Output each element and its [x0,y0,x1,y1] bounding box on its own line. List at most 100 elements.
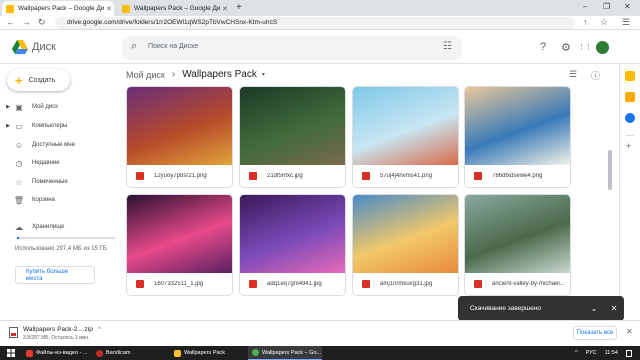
browser-menu-icon[interactable]: ☰ [622,17,630,28]
list-view-icon[interactable]: ☰ [569,69,577,80]
search-bar[interactable]: ⌕ Поиск на Диске ☷ [122,36,462,60]
back-icon[interactable]: ← [6,17,15,27]
start-button[interactable] [0,346,22,360]
sidebar-item-trash[interactable]: 🗑 Корзина [0,193,118,207]
info-icon[interactable]: ⓘ [591,69,600,82]
file-card[interactable]: 1607332511_1.jpg [126,194,233,296]
taskbar-item-video-files[interactable]: Файлы-из-видео - ... [22,346,90,360]
help-icon[interactable]: ? [540,41,546,53]
image-file-icon [249,280,257,288]
file-card[interactable]: 57uj4j4nvms41.png [352,86,459,188]
maximize-button[interactable]: ❐ [603,2,610,11]
chevron-down-icon[interactable]: ⌄ [584,304,604,313]
download-bar: Wallpapers Pack-2....zip 3,8/287 МБ, Ост… [0,320,640,346]
drive-header: Диск ⌕ Поиск на Диске ☷ ? ⚙ ⋮⋮ [0,31,640,64]
file-card[interactable]: amj1nrmkuvg31.jpg [352,194,459,296]
reload-icon[interactable]: ↻ [38,17,46,28]
folder-icon [174,349,181,357]
file-card[interactable]: 21df5hfxc.jpg [239,86,346,188]
file-thumbnail[interactable] [240,87,345,165]
file-name: 57uj4j4nvms41.png [380,173,433,179]
notifications-icon[interactable] [626,349,632,357]
file-card[interactable]: adq1eq7gm4941.jpg [239,194,346,296]
breadcrumb-current[interactable]: Wallpapers Pack [182,69,257,80]
file-thumbnail[interactable] [465,195,570,273]
computer-icon: ▭ [15,121,23,131]
clock[interactable]: 11:54 [605,350,618,356]
download-complete-toast: Скачивание завершено ⌄ ✕ [458,296,624,321]
file-name: 786dfxdsewe4.png [492,173,543,179]
minimize-button[interactable]: – [583,2,587,11]
browser-tab-active[interactable]: Wallpapers Pack – Google Диск ✕ [2,1,114,16]
download-status: 3,8/287 МБ, Осталось 3 мин. [23,335,90,341]
search-options-icon[interactable]: ☷ [443,41,452,52]
sidebar-item-starred[interactable]: ☆ Помеченные [0,175,118,189]
file-card[interactable]: ancient-valley-by-michael... [464,194,571,296]
image-file-icon [249,172,257,180]
trash-icon: 🗑 [13,195,25,205]
file-caption: 786dfxdsewe4.png [465,165,570,187]
show-all-button[interactable]: Показать все [573,326,617,340]
file-card[interactable]: 786dfxdsewe4.png [464,86,571,188]
taskbar-item-bandicam[interactable]: Bandicam [92,346,164,360]
address-bar[interactable]: drive.google.com/drive/folders/1rr2OEWl1… [55,17,575,29]
sidebar-item-storage[interactable]: ☁ Хранилище [0,220,118,234]
tab-title: Wallpapers Pack – Google Диск [134,5,220,12]
expand-caret-icon[interactable]: ▶ [4,104,12,110]
file-caption: 21df5hfxc.jpg [240,165,345,187]
scrollbar[interactable] [608,150,612,190]
keep-icon[interactable] [625,92,635,102]
taskbar-item-chrome[interactable]: Wallpapers Pack – Go... [248,346,322,360]
file-thumbnail[interactable] [353,195,458,273]
calendar-icon[interactable] [625,71,635,81]
close-icon[interactable]: ✕ [604,304,624,313]
sidebar-item-label: Мой диск [32,104,58,110]
file-thumbnail[interactable] [353,87,458,165]
new-tab-button[interactable]: + [236,2,242,13]
chevron-down-icon[interactable]: ▾ [262,71,265,78]
file-thumbnail[interactable] [465,87,570,165]
file-caption: amj1nrmkuvg31.jpg [353,273,458,295]
file-thumbnail[interactable] [127,195,232,273]
keyboard-language[interactable]: РУС [586,350,597,356]
add-addon-icon[interactable]: + [626,141,631,151]
cloud-icon: ☁ [15,222,23,232]
browser-tab[interactable]: Wallpapers Pack – Google Диск ✕ [118,1,230,16]
sidebar-item-shared[interactable]: ☺ Доступные мне [0,138,118,152]
zip-file-icon [9,327,18,338]
breadcrumb-root[interactable]: Мой диск [126,70,165,80]
file-thumbnail[interactable] [127,87,232,165]
drive-favicon-icon [6,4,14,13]
taskbar-item-folder[interactable]: Wallpapers Pack [170,346,244,360]
sidebar-item-my-drive[interactable]: ▶ ▣ Мой диск [0,100,118,114]
buy-storage-button[interactable]: Купить больше места [15,266,95,284]
download-menu-caret-icon[interactable]: ^ [98,327,101,333]
download-file-name[interactable]: Wallpapers Pack-2....zip [23,326,93,333]
close-tab-icon[interactable]: ✕ [104,5,114,13]
tray-overflow-icon[interactable]: ^ [575,350,578,356]
file-card[interactable]: 12yuoy7p8sr21.png [126,86,233,188]
expand-caret-icon[interactable]: ▶ [4,123,12,129]
close-tab-icon[interactable]: ✕ [220,5,230,13]
chrome-icon [252,349,259,356]
tasks-icon[interactable] [625,113,635,123]
search-icon[interactable]: ⌕ [131,40,137,53]
file-thumbnail[interactable] [240,195,345,273]
sidebar-item-label: Корзина [32,197,55,203]
search-input[interactable]: Поиск на Диске [148,43,198,50]
sidebar-item-computers[interactable]: ▶ ▭ Компьютеры [0,119,118,133]
settings-gear-icon[interactable]: ⚙ [561,41,571,54]
bandicam-icon [96,349,103,357]
create-button[interactable]: + Создать [7,69,70,91]
drive-logo-icon[interactable] [12,40,28,54]
close-window-button[interactable]: ✕ [624,2,631,11]
create-label: Создать [28,76,56,84]
file-name: 21df5hfxc.jpg [267,173,303,179]
close-download-bar-icon[interactable]: ✕ [626,327,633,336]
share-icon[interactable]: ↑ [583,17,588,27]
bookmark-star-icon[interactable]: ☆ [600,17,608,28]
apps-grid-icon[interactable]: ⋮⋮ [578,43,592,51]
sidebar-item-recent[interactable]: ◷ Недавние [0,156,118,170]
forward-icon[interactable]: → [22,17,31,27]
avatar[interactable] [596,41,609,54]
